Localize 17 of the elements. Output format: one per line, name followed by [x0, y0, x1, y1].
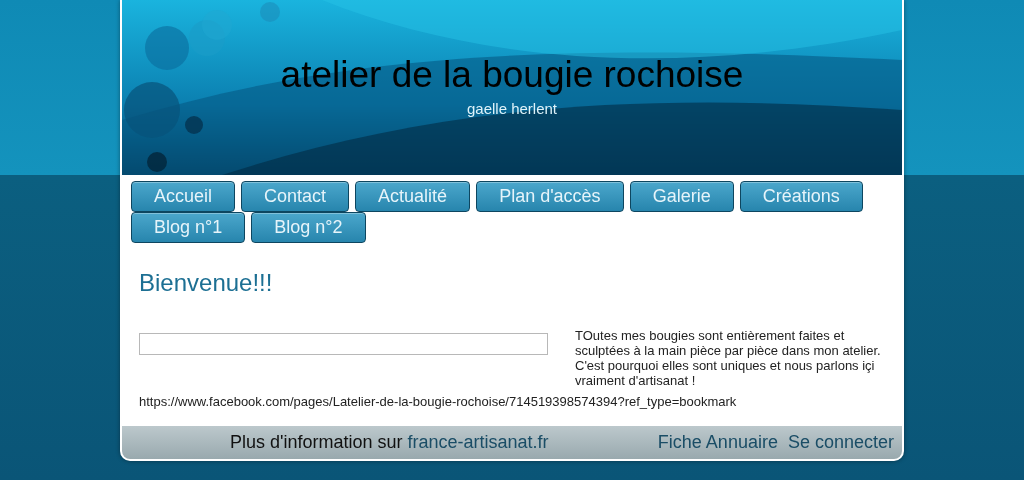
site-link[interactable]: france-artisanat.fr	[407, 432, 549, 452]
url-text: https://www.facebook.com/pages/Latelier-de-la-bougie-rochoise/714519398574394?ref_type=bookmark	[139, 394, 737, 409]
footer-link[interactable]: Se connecter	[787, 432, 894, 453]
nav-button[interactable]: Blog n°2	[251, 212, 366, 243]
nav-button[interactable]: Galerie	[629, 181, 734, 212]
site-subtitle: gaelle herlent	[466, 100, 558, 117]
nav-button[interactable]: Contact	[241, 181, 350, 212]
site-title: atelier de la bougie rochoise	[280, 54, 744, 96]
nav-button[interactable]: Actualité	[355, 181, 471, 212]
nav-button[interactable]: Créations	[739, 181, 863, 212]
footer-link[interactable]: Fiche Annuaire	[657, 432, 778, 453]
nav-button[interactable]: Blog n°1	[131, 212, 246, 243]
intro-paragraph: TOutes mes bougies sont entièrement faites et sculptées à la main pièce par pièce dans mon atelier. C'est pourquoi elles sont uniques et nous parlons içi vraiment d'artisanat !	[575, 328, 882, 388]
nav-button[interactable]: Accueil	[131, 181, 236, 212]
welcome-heading: Bienvenue!!!	[139, 269, 273, 297]
info-text: Plus d'information sur france-artisanat.fr	[230, 432, 549, 453]
nav-button[interactable]: Plan d'accès	[476, 181, 624, 212]
